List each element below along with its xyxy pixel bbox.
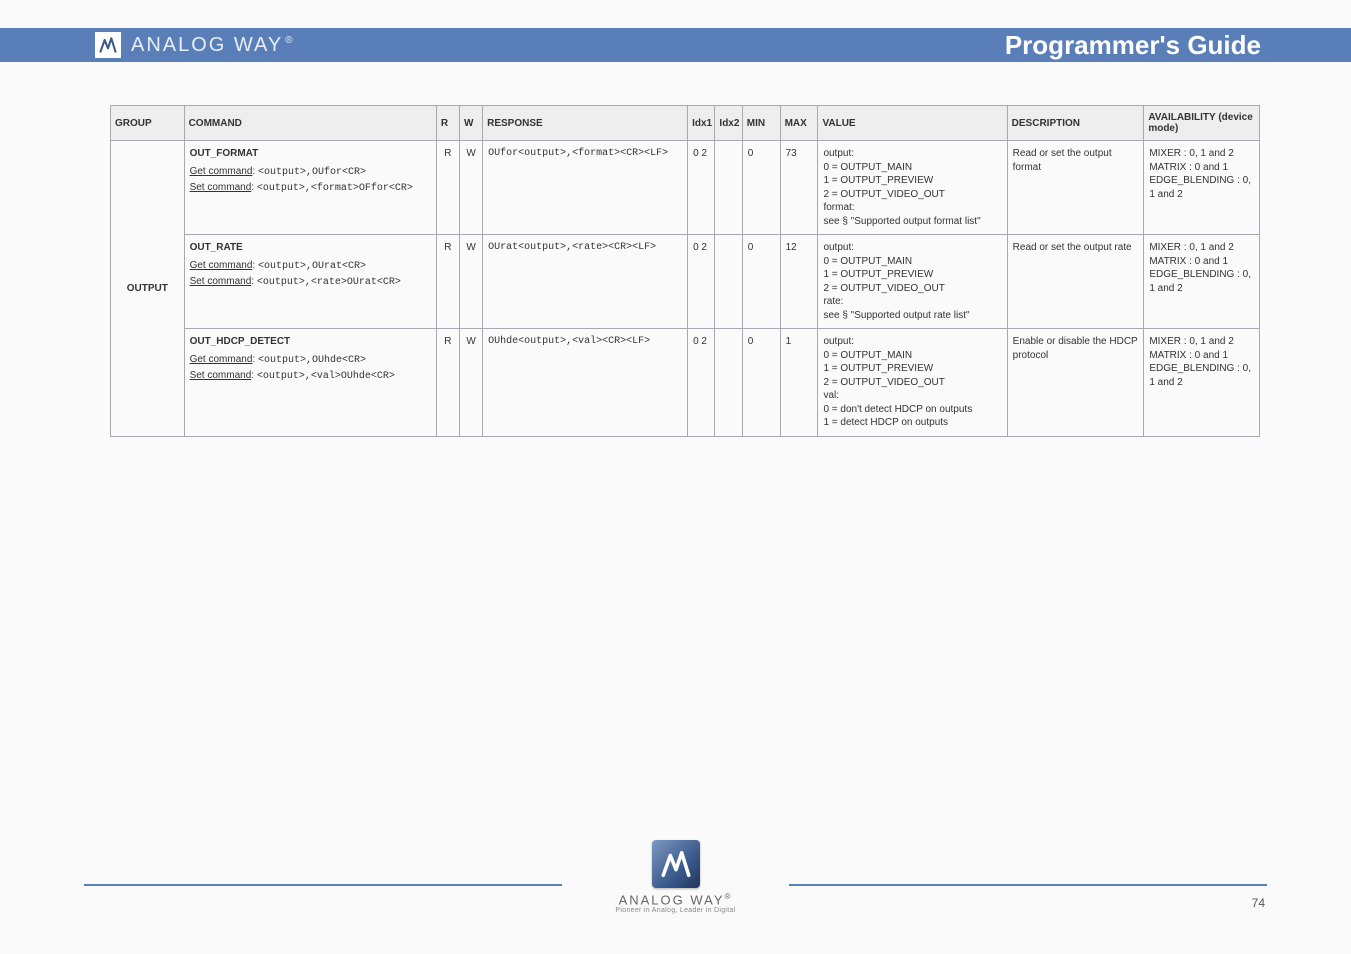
description-cell: Enable or disable the HDCP protocol [1007, 329, 1144, 437]
idx1-cell: 0 2 [688, 235, 715, 329]
col-idx2: Idx2 [715, 106, 742, 141]
response-cell: OUrat<output>,<rate><CR><LF> [483, 235, 688, 329]
table-row: OUTPUTOUT_FORMATGet command: <output>,OU… [111, 141, 1260, 235]
col-value: VALUE [818, 106, 1007, 141]
w-cell: W [459, 329, 482, 437]
max-cell: 73 [780, 141, 818, 235]
value-cell: output: 0 = OUTPUT_MAIN 1 = OUTPUT_PREVI… [818, 235, 1007, 329]
col-desc: DESCRIPTION [1007, 106, 1144, 141]
col-max: MAX [780, 106, 818, 141]
command-cell: OUT_FORMATGet command: <output>,OUfor<CR… [184, 141, 436, 235]
col-w: W [459, 106, 482, 141]
header-bar: ANALOG WAY® Programmer's Guide [0, 28, 1351, 62]
w-cell: W [459, 141, 482, 235]
r-cell: R [436, 329, 459, 437]
response-cell: OUfor<output>,<format><CR><LF> [483, 141, 688, 235]
table-header: GROUP COMMAND R W RESPONSE Idx1 Idx2 MIN… [111, 106, 1260, 141]
footer-brand: ANALOG WAY® [596, 892, 756, 907]
idx1-cell: 0 2 [688, 329, 715, 437]
response-cell: OUhde<output>,<val><CR><LF> [483, 329, 688, 437]
page-number: 74 [1252, 896, 1265, 910]
group-cell: OUTPUT [111, 141, 185, 437]
brand-logo-block: ANALOG WAY® [95, 32, 295, 58]
col-response: RESPONSE [483, 106, 688, 141]
page-title: Programmer's Guide [1005, 30, 1261, 61]
value-cell: output: 0 = OUTPUT_MAIN 1 = OUTPUT_PREVI… [818, 329, 1007, 437]
idx1-cell: 0 2 [688, 141, 715, 235]
brand-name: ANALOG WAY® [131, 34, 295, 57]
r-cell: R [436, 141, 459, 235]
max-cell: 1 [780, 329, 818, 437]
value-cell: output: 0 = OUTPUT_MAIN 1 = OUTPUT_PREVI… [818, 141, 1007, 235]
command-cell: OUT_RATEGet command: <output>,OUrat<CR>S… [184, 235, 436, 329]
r-cell: R [436, 235, 459, 329]
command-table: GROUP COMMAND R W RESPONSE Idx1 Idx2 MIN… [110, 105, 1260, 437]
col-group: GROUP [111, 106, 185, 141]
col-r: R [436, 106, 459, 141]
command-cell: OUT_HDCP_DETECTGet command: <output>,OUh… [184, 329, 436, 437]
col-idx1: Idx1 [688, 106, 715, 141]
idx2-cell [715, 141, 742, 235]
table-row: OUT_RATEGet command: <output>,OUrat<CR>S… [111, 235, 1260, 329]
table-body: OUTPUTOUT_FORMATGet command: <output>,OU… [111, 141, 1260, 437]
min-cell: 0 [742, 141, 780, 235]
col-command: COMMAND [184, 106, 436, 141]
footer-rule-left [84, 884, 562, 886]
col-min: MIN [742, 106, 780, 141]
w-cell: W [459, 235, 482, 329]
max-cell: 12 [780, 235, 818, 329]
footer-tagline: Pioneer in Analog, Leader in Digital [596, 907, 756, 914]
table-row: OUT_HDCP_DETECTGet command: <output>,OUh… [111, 329, 1260, 437]
description-cell: Read or set the output rate [1007, 235, 1144, 329]
availability-cell: MIXER : 0, 1 and 2 MATRIX : 0 and 1 EDGE… [1144, 235, 1260, 329]
idx2-cell [715, 329, 742, 437]
idx2-cell [715, 235, 742, 329]
availability-cell: MIXER : 0, 1 and 2 MATRIX : 0 and 1 EDGE… [1144, 329, 1260, 437]
min-cell: 0 [742, 235, 780, 329]
brand-logo-icon [95, 32, 121, 58]
footer-rule-right [789, 884, 1267, 886]
min-cell: 0 [742, 329, 780, 437]
description-cell: Read or set the output format [1007, 141, 1144, 235]
footer-logo: ANALOG WAY® Pioneer in Analog, Leader in… [596, 840, 756, 914]
col-avail: AVAILABILITY (device mode) [1144, 106, 1260, 141]
footer-logo-icon [652, 840, 700, 888]
availability-cell: MIXER : 0, 1 and 2 MATRIX : 0 and 1 EDGE… [1144, 141, 1260, 235]
content-area: GROUP COMMAND R W RESPONSE Idx1 Idx2 MIN… [110, 105, 1260, 437]
